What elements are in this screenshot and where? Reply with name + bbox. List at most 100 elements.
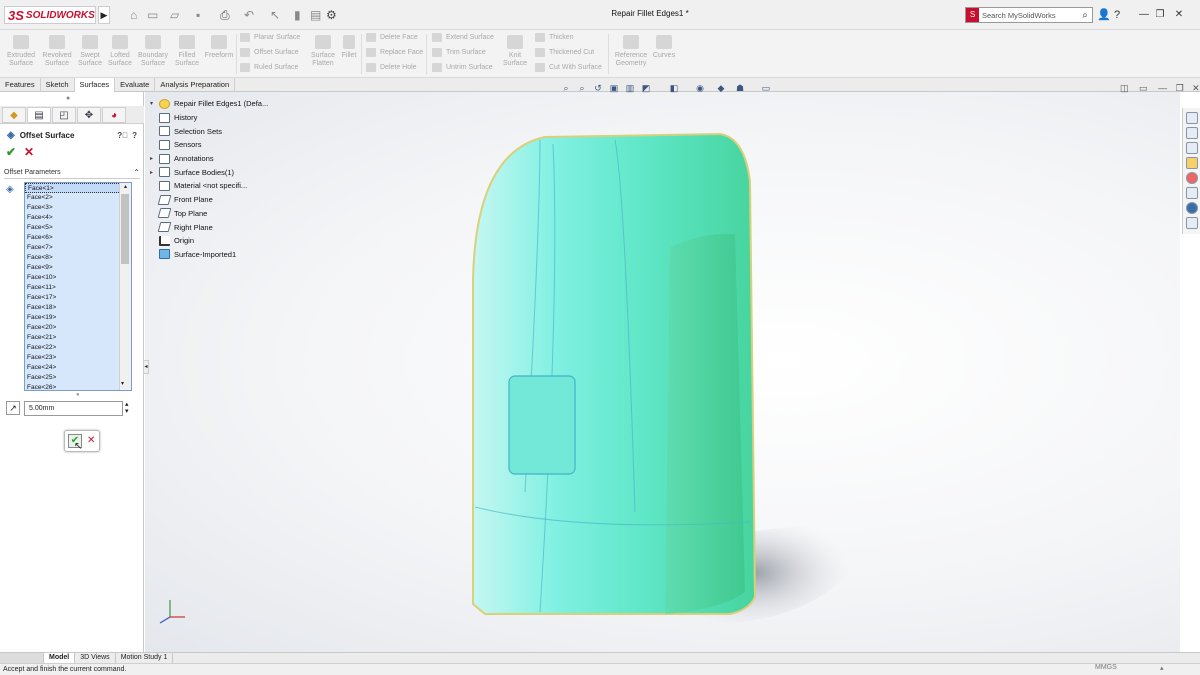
solidworks-logo[interactable]: 3S SOLIDWORKS [4, 6, 96, 24]
face-list-item[interactable]: Face<4> [25, 213, 131, 223]
reference-geometry-button[interactable]: Reference Geometry [612, 30, 650, 78]
dimxpert-manager-tab-icon[interactable]: ✥ [77, 107, 101, 123]
design-library-icon[interactable] [1186, 127, 1198, 139]
tree-item[interactable]: History [150, 111, 300, 125]
popup-cancel-x-icon[interactable]: ✕ [87, 434, 95, 448]
face-list-item[interactable]: Face<2> [25, 193, 131, 203]
thickened-cut-button[interactable]: Thickened Cut [535, 45, 602, 60]
view-palette-icon[interactable] [1186, 157, 1198, 169]
tree-item[interactable]: Surface-Imported1 [150, 248, 300, 262]
feature-manager-tab-icon[interactable]: ◆ [2, 107, 26, 123]
restore-icon[interactable]: ❐ [1153, 8, 1167, 22]
curves-button[interactable]: Curves [650, 30, 678, 78]
menu-expand-arrow-icon[interactable]: ▶ [98, 6, 110, 24]
tab-evaluate[interactable]: Evaluate [115, 78, 156, 92]
tab-features[interactable]: Features [0, 78, 41, 92]
delete-hole-button[interactable]: Delete Hole [366, 60, 423, 75]
replace-face-button[interactable]: Replace Face [366, 45, 423, 60]
face-list-item[interactable]: Face<11> [25, 283, 131, 293]
file-properties-icon[interactable]: ▤ [310, 8, 321, 22]
select-icon[interactable]: ↖ [270, 8, 280, 22]
offset-parameters-header[interactable]: Offset Parameters ⌃ [4, 167, 140, 179]
offset-distance-input[interactable]: 5.00mm [24, 401, 123, 416]
appearances-icon[interactable] [1186, 172, 1198, 184]
untrim-surface-button[interactable]: Untrim Surface [432, 60, 494, 75]
boundary-surface-button[interactable]: Boundary Surface [136, 30, 170, 78]
search-input[interactable]: Search MySolidWorks [979, 11, 1078, 20]
planar-surface-button[interactable]: Planar Surface [240, 30, 300, 45]
list-resize-grip-icon[interactable]: ● [76, 392, 80, 398]
viewport-restore-icon[interactable]: ❐ [1176, 83, 1184, 93]
file-explorer-icon[interactable] [1186, 142, 1198, 154]
tree-item[interactable]: Selection Sets [150, 124, 300, 138]
scrollbar-thumb[interactable] [121, 194, 129, 264]
face-list-item[interactable]: Face<8> [25, 253, 131, 263]
faces-selection-list[interactable]: Face<1> Face<2> Face<3> Face<4> Face<5> Face<… [24, 182, 132, 391]
rebuild-icon[interactable]: ▮ [294, 8, 301, 22]
ok-check-icon[interactable]: ✔ [6, 145, 16, 159]
tree-item[interactable]: Right Plane [150, 220, 300, 234]
face-list-item[interactable]: Face<10> [25, 273, 131, 283]
fillet-button[interactable]: Fillet [340, 30, 358, 78]
face-list-item[interactable]: Face<23> [25, 353, 131, 363]
close-icon[interactable]: ✕ [1172, 8, 1186, 22]
tab-analysis-preparation[interactable]: Analysis Preparation [155, 78, 236, 92]
tab-sketch[interactable]: Sketch [41, 78, 75, 92]
hide-show-items-icon[interactable]: ◉ [694, 82, 706, 94]
property-manager-tab-icon[interactable]: ▤ [27, 107, 51, 123]
minimize-icon[interactable]: — [1137, 8, 1151, 22]
freeform-button[interactable]: Freeform [203, 30, 235, 78]
reverse-direction-icon[interactable]: ↗ [6, 401, 20, 415]
face-list-item[interactable]: Face<25> [25, 373, 131, 383]
swept-surface-button[interactable]: Swept Surface [75, 30, 105, 78]
tab-scroll-arrows[interactable] [0, 653, 44, 663]
dynamic-annotation-icon[interactable]: ▥ [624, 82, 636, 94]
face-list-item[interactable]: Face<17> [25, 293, 131, 303]
units-indicator[interactable]: MMGS [1095, 664, 1117, 671]
tree-expand-arrow-icon[interactable]: ▸ [150, 169, 159, 176]
face-list-item[interactable]: Face<3> [25, 203, 131, 213]
tree-expand-arrow-icon[interactable]: ▸ [150, 155, 159, 162]
section-view-icon[interactable]: ▣ [608, 82, 620, 94]
open-folder-icon[interactable]: ▱ [170, 8, 179, 22]
tree-item[interactable]: Top Plane [150, 207, 300, 221]
delete-face-button[interactable]: Delete Face [366, 30, 423, 45]
view-orientation-icon[interactable]: ◩ [640, 82, 652, 94]
face-list-item[interactable]: Face<18> [25, 303, 131, 313]
display-manager-tab-icon[interactable]: ◕ [102, 107, 126, 123]
viewport-minimize-icon[interactable]: — [1158, 83, 1167, 93]
face-list-item[interactable]: Face<22> [25, 343, 131, 353]
scroll-up-icon[interactable]: ▴ [120, 183, 131, 190]
knit-surface-button[interactable]: Knit Surface [500, 30, 530, 78]
search-results-icon[interactable] [1186, 217, 1198, 229]
apply-scene-icon[interactable]: ☗ [734, 82, 746, 94]
tab-motion-study-1[interactable]: Motion Study 1 [116, 653, 174, 663]
offset-surface-button[interactable]: Offset Surface [240, 45, 300, 60]
distance-spinner-icon[interactable]: ▴ ▾ [125, 401, 129, 415]
cut-with-surface-button[interactable]: Cut With Surface [535, 60, 602, 75]
tree-item[interactable]: Origin [150, 234, 300, 248]
face-list-item[interactable]: Face<7> [25, 243, 131, 253]
extend-surface-button[interactable]: Extend Surface [432, 30, 494, 45]
previous-view-icon[interactable]: ↺ [592, 82, 604, 94]
search-box[interactable]: S Search MySolidWorks ⌕ [965, 7, 1093, 23]
solidworks-resources-icon[interactable] [1186, 112, 1198, 124]
help-icon[interactable]: ?⃝ [117, 129, 128, 143]
view-settings-icon[interactable]: ▭ [760, 82, 772, 94]
new-document-icon[interactable]: ▭ [147, 8, 158, 22]
user-icon[interactable]: 👤 [1097, 8, 1111, 22]
tab-surfaces[interactable]: Surfaces [74, 78, 116, 92]
face-list-item[interactable]: Face<19> [25, 313, 131, 323]
help-icon[interactable]: ? [1114, 8, 1120, 22]
status-options-icon[interactable]: ▴ [1160, 664, 1164, 672]
face-list-item[interactable]: Face<26> [25, 383, 131, 390]
surface-flatten-button[interactable]: Surface Flatten [306, 30, 340, 78]
detailed-help-icon[interactable]: ? [132, 129, 137, 143]
zoom-area-icon[interactable]: ⌕ [576, 82, 588, 94]
print-icon[interactable]: ⎙ [220, 8, 230, 22]
tree-item[interactable]: ▸ Surface Bodies(1) [150, 165, 300, 179]
face-list-item[interactable]: Face<6> [25, 233, 131, 243]
panel-grip-icon[interactable]: ● [66, 95, 70, 102]
save-icon[interactable]: ▪ [196, 8, 200, 22]
scroll-down-icon[interactable]: ▾ [121, 380, 124, 387]
